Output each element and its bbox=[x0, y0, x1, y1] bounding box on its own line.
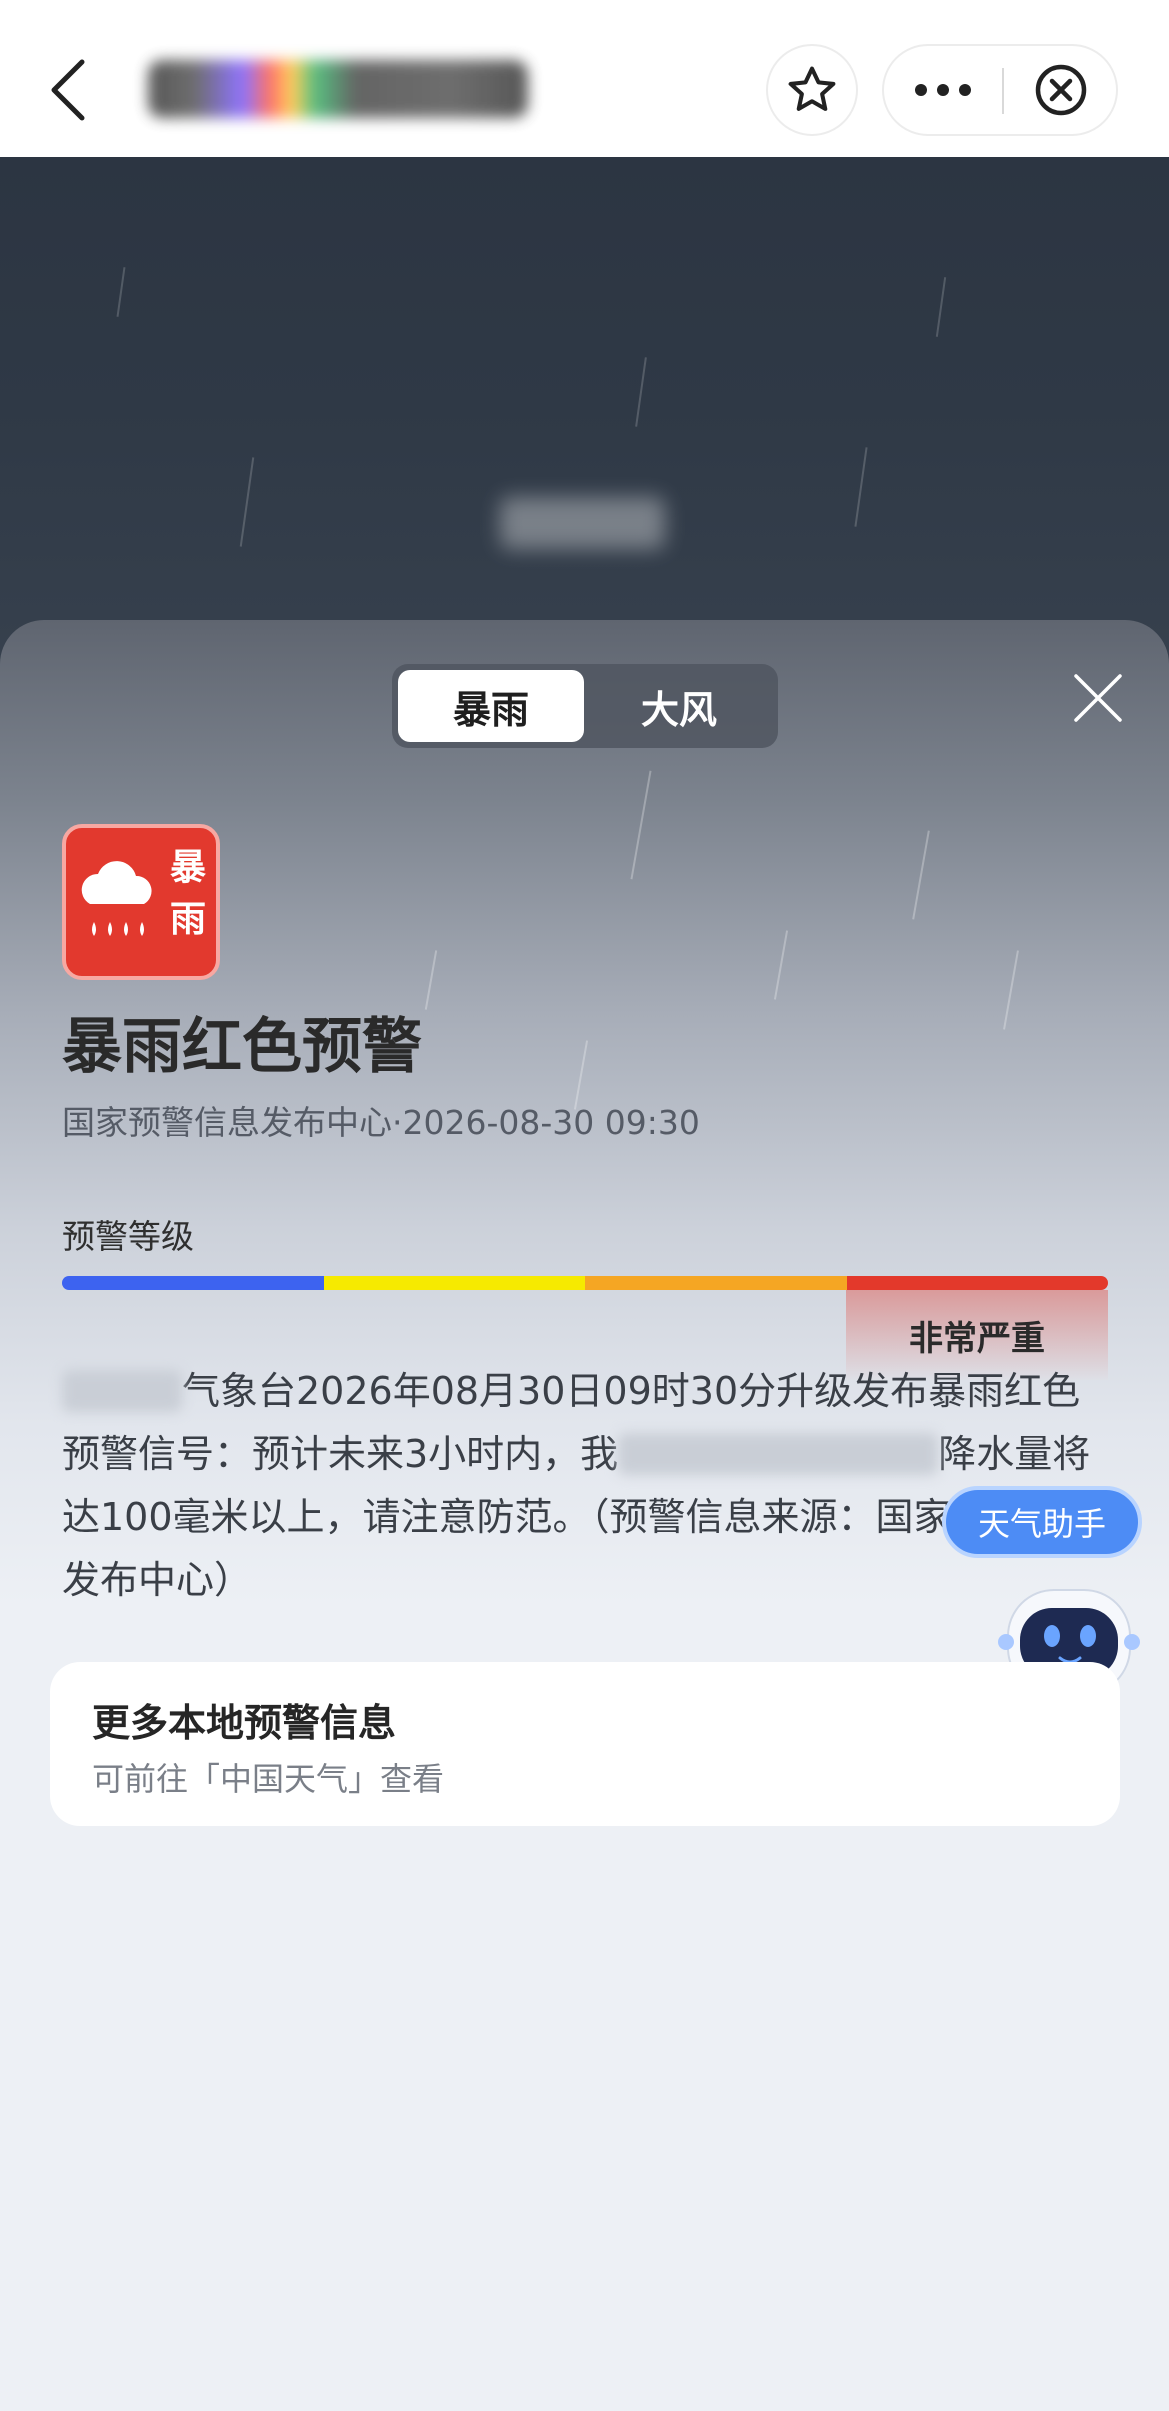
warning-level-label: 预警等级 bbox=[62, 1217, 194, 1256]
page-title-redacted bbox=[148, 60, 528, 118]
top-navigation-bar bbox=[0, 0, 1169, 157]
close-circle-icon bbox=[1035, 64, 1087, 116]
warning-description: 气象台2026年08月30日09时30分升级发布暴雨红色预警信号：预计未来3小时… bbox=[62, 1360, 1108, 1612]
assistant-label: 天气助手 bbox=[977, 1505, 1106, 1543]
warning-level-bar bbox=[62, 1276, 1108, 1290]
close-miniprogram-button[interactable] bbox=[1004, 46, 1118, 134]
badge-char-2: 雨 bbox=[169, 899, 206, 940]
warning-type-tabs: 暴雨 大风 bbox=[392, 664, 778, 748]
more-card-title: 更多本地预警信息 bbox=[92, 1701, 397, 1745]
level-blue bbox=[62, 1276, 324, 1290]
redacted-region bbox=[618, 1433, 939, 1475]
close-sheet-button[interactable] bbox=[1068, 668, 1128, 728]
more-dots-icon bbox=[915, 84, 971, 96]
warning-source-time: 国家预警信息发布中心·2026-08-30 09:30 bbox=[62, 1103, 700, 1142]
weather-assistant-button[interactable]: 天气助手 bbox=[942, 1486, 1142, 1558]
star-icon bbox=[788, 66, 836, 111]
redacted-region bbox=[62, 1370, 182, 1412]
back-arrow-icon bbox=[51, 59, 85, 121]
warning-title: 暴雨红色预警 bbox=[62, 1012, 422, 1082]
more-button[interactable] bbox=[884, 46, 1002, 134]
level-yellow bbox=[323, 1276, 585, 1290]
current-level-text: 非常严重 bbox=[909, 1318, 1045, 1359]
back-button[interactable] bbox=[40, 50, 96, 130]
tab-gale[interactable]: 大风 bbox=[586, 670, 772, 742]
mini-program-capsule bbox=[882, 44, 1118, 136]
level-red bbox=[846, 1276, 1108, 1290]
more-local-warnings-card[interactable]: 更多本地预警信息 可前往「中国天气」查看 bbox=[50, 1662, 1120, 1826]
close-icon bbox=[1074, 674, 1122, 722]
rain-cloud-icon bbox=[81, 861, 152, 936]
warning-detail-sheet: 暴雨 大风 暴 雨 暴雨红色预警 国家预警信息发布中心·2026-08-30 0… bbox=[0, 620, 1169, 2411]
badge-char-1: 暴 bbox=[169, 847, 206, 888]
rainstorm-red-warning-badge: 暴 雨 bbox=[62, 824, 220, 980]
more-card-subtitle: 可前往「中国天气」查看 bbox=[92, 1760, 445, 1798]
level-orange bbox=[585, 1276, 847, 1290]
tab-rainstorm[interactable]: 暴雨 bbox=[398, 670, 584, 742]
favorite-button[interactable] bbox=[766, 44, 858, 136]
location-name-redacted bbox=[500, 497, 665, 549]
